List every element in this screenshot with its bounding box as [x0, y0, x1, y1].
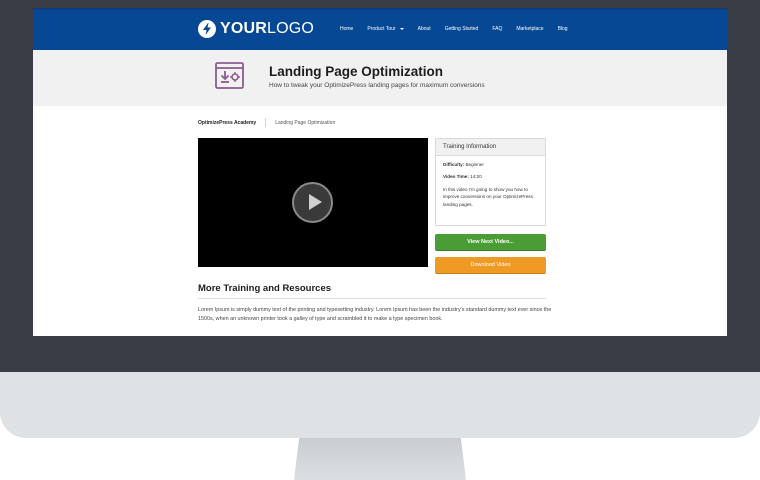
- monitor-chin: [0, 372, 760, 438]
- chevron-down-icon: [399, 28, 404, 30]
- training-description: In this video I'm going to show you how …: [443, 186, 533, 208]
- page-title: Landing Page Optimization: [269, 64, 444, 79]
- breadcrumb: OptimizePress Academy Landing Page Optim…: [198, 118, 335, 127]
- more-training-heading: More Training and Resources: [198, 283, 332, 294]
- more-training-text: Lorem Ipsum is simply dummy text of the …: [198, 307, 552, 323]
- section-divider: [198, 298, 546, 299]
- video-time-row: Video Time: 14:20: [443, 173, 538, 180]
- training-info-body: Difficulty: Beginner Video Time: 14:20 I…: [436, 156, 545, 209]
- nav-label: Marketplace: [516, 26, 544, 32]
- site-logo[interactable]: YOURLOGO: [198, 20, 314, 38]
- training-info-heading: Training Information: [436, 139, 545, 156]
- nav-item-home[interactable]: Home: [340, 26, 353, 32]
- video-player[interactable]: [198, 138, 428, 267]
- nav-item-faq[interactable]: FAQ: [492, 26, 502, 32]
- difficulty-row: Difficulty: Beginner: [443, 161, 538, 168]
- nav-label: Home: [340, 26, 354, 32]
- nav-item-marketplace[interactable]: Marketplace: [516, 26, 543, 32]
- breadcrumb-current: Landing Page Optimization: [275, 119, 336, 126]
- monitor-screen: YOURLOGO Home Product Tour About Getting…: [33, 8, 727, 336]
- download-video-button[interactable]: Download Video: [435, 257, 546, 274]
- video-time-label: Video Time:: [443, 174, 469, 180]
- view-next-video-button[interactable]: View Next Video...: [435, 234, 546, 251]
- training-info-box: Training Information Difficulty: Beginne…: [435, 138, 546, 226]
- nav-item-about[interactable]: About: [418, 26, 431, 32]
- logo-text: YOURLOGO: [220, 20, 314, 38]
- nav-label: Blog: [557, 26, 568, 32]
- nav-label: FAQ: [492, 26, 503, 32]
- lightning-bolt-icon: [198, 20, 216, 38]
- nav-item-product-tour[interactable]: Product Tour: [367, 26, 404, 32]
- logo-text-bold: YOUR: [220, 20, 268, 37]
- site-header: YOURLOGO Home Product Tour About Getting…: [33, 8, 727, 50]
- video-time-value: 14:20: [470, 174, 482, 180]
- breadcrumb-academy[interactable]: OptimizePress Academy: [198, 120, 256, 126]
- page-subtitle: How to tweak your OptimizePress landing …: [269, 82, 485, 89]
- difficulty-value: Beginner: [465, 162, 484, 167]
- nav-item-blog[interactable]: Blog: [558, 26, 568, 32]
- nav-label: Product Tour: [367, 26, 396, 32]
- download-settings-icon: [215, 62, 244, 89]
- play-button[interactable]: [292, 182, 333, 223]
- play-icon: [309, 194, 322, 210]
- page-hero: Landing Page Optimization How to tweak y…: [33, 50, 727, 106]
- nav-label: About: [417, 26, 431, 32]
- breadcrumb-divider: [265, 118, 267, 127]
- difficulty-label: Difficulty:: [443, 162, 465, 167]
- monitor-stand: [294, 438, 466, 480]
- logo-text-regular: LOGO: [267, 20, 315, 37]
- nav-label: Getting Started: [444, 26, 479, 32]
- main-nav: Home Product Tour About Getting Started …: [340, 26, 582, 32]
- nav-item-getting-started[interactable]: Getting Started: [445, 26, 479, 32]
